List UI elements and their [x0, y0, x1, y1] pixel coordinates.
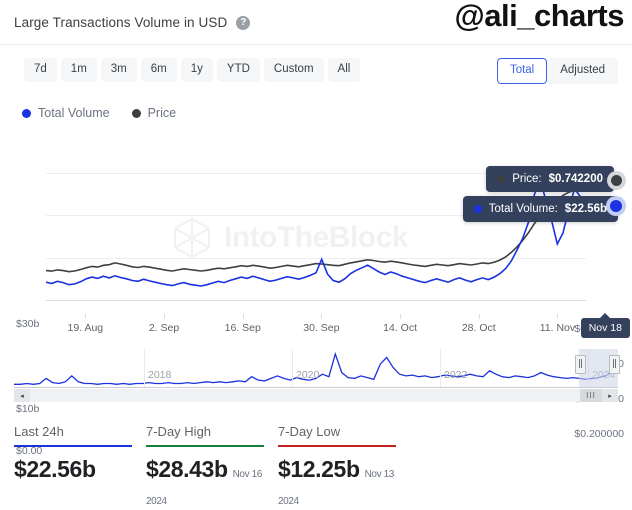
- navigator-baseline: [14, 387, 618, 388]
- scrollbar-left-arrow[interactable]: ◂: [14, 389, 30, 402]
- stat-card-7-day-low: 7-Day Low $12.25b Nov 13 2024: [278, 424, 396, 510]
- legend-label: Total Volume: [38, 106, 110, 120]
- x-axis-tick-label: 28. Oct: [461, 322, 496, 334]
- navigator-area[interactable]: 2018202020222024: [14, 348, 620, 388]
- x-axis-tick-mark: [85, 314, 87, 319]
- range-button-1m[interactable]: 1m: [60, 58, 97, 82]
- legend-dot-icon: [131, 108, 141, 118]
- navigator-year-label: 2020: [296, 369, 320, 381]
- stat-label: 7-Day High: [146, 424, 212, 439]
- x-axis-tick-mark: [321, 314, 323, 319]
- tooltip-price: Price: $0.742200: [486, 166, 614, 192]
- tooltip-price-label: Price:: [512, 173, 542, 185]
- gridline: [46, 300, 586, 301]
- chart-toolbar: 7d 1m 3m 6m 1y YTD Custom All Total Adjusted: [0, 58, 632, 92]
- x-axis-tick-label: 2. Sep: [148, 322, 180, 334]
- range-selector: 7d 1m 3m 6m 1y YTD Custom All: [24, 58, 361, 82]
- stat-value: $22.56b: [14, 455, 96, 482]
- navigator-scrollbar[interactable]: ◂ III ▸: [14, 389, 618, 402]
- chart-widget: Large Transactions Volume in USD ? @ali_…: [0, 0, 632, 507]
- scrollbar-thumb[interactable]: III: [580, 389, 602, 402]
- stat-underline: [278, 445, 396, 447]
- scrollbar-right-arrow[interactable]: ▸: [602, 389, 618, 402]
- navigator-gridline: [144, 349, 145, 387]
- stat-underline: [14, 445, 132, 447]
- y-axis-left-tick: $10b: [16, 402, 40, 415]
- x-axis-tick-mark: [557, 314, 559, 319]
- navigator-year-label: 2022: [444, 369, 468, 381]
- stat-card-last-24h: Last 24h $22.56b: [14, 424, 132, 483]
- x-axis-tick-mark: [400, 314, 402, 319]
- help-circle-icon[interactable]: ?: [236, 16, 251, 30]
- chart-legend: Total Volume Price: [22, 106, 176, 120]
- navigator-series-svg: [14, 351, 618, 385]
- price-marker: [611, 175, 622, 186]
- x-axis-tick-label: 19. Aug: [67, 322, 104, 334]
- stat-underline: [146, 445, 264, 447]
- x-axis-tick-label: 11. Nov: [539, 322, 576, 334]
- range-button-ytd[interactable]: YTD: [216, 58, 260, 82]
- overlay-handle-watermark: @ali_charts: [454, 0, 625, 33]
- legend-item-total-volume[interactable]: Total Volume: [22, 106, 110, 120]
- price-dot-icon: [497, 175, 506, 183]
- page-title: Large Transactions Volume in USD: [14, 14, 228, 30]
- header-divider: [0, 44, 632, 45]
- x-axis-tick-label: 30. Sep: [303, 322, 340, 334]
- mode-toggle: Total Adjusted: [496, 58, 618, 84]
- navigator-gridline: [440, 349, 441, 387]
- legend-label: Price: [147, 106, 177, 120]
- legend-dot-icon: [22, 108, 31, 118]
- range-button-7d[interactable]: 7d: [24, 58, 57, 82]
- stat-label: Last 24h: [14, 424, 64, 439]
- crosshair-date-badge: Nov 18: [580, 313, 630, 338]
- legend-item-price[interactable]: Price: [131, 106, 177, 120]
- x-axis-tick-mark: [242, 314, 244, 319]
- volume-dot-icon: [473, 205, 482, 213]
- mode-button-total[interactable]: Total: [496, 58, 548, 84]
- stat-label: 7-Day Low: [278, 424, 341, 439]
- tooltip-volume: Total Volume: $22.56b: [462, 196, 618, 222]
- volume-marker: [610, 200, 622, 212]
- stat-value: $12.25b Nov 13 2024: [278, 455, 394, 507]
- navigator-year-label: 2018: [148, 369, 172, 381]
- navigator-handle-right[interactable]: [609, 355, 620, 374]
- navigator-handle-left[interactable]: [575, 355, 586, 374]
- tooltip-volume-label: Total Volume:: [488, 203, 558, 215]
- x-axis-tick-label: 16. Sep: [224, 322, 261, 334]
- stat-card-7-day-high: 7-Day High $28.43b Nov 16 2024: [146, 424, 264, 510]
- x-axis-tick-label: 14. Oct: [383, 322, 418, 334]
- tooltip-price-value: $0.742200: [548, 173, 603, 185]
- scrollbar-track[interactable]: [14, 389, 618, 402]
- tooltip-volume-value: $22.56b: [564, 203, 607, 215]
- x-axis: Nov 18 19. Aug 2. Sep 16. Sep 30. Sep 14. Oc…: [0, 313, 632, 340]
- stat-value: $28.43b Nov 16 2024: [146, 455, 262, 507]
- range-button-1y[interactable]: 1y: [180, 58, 213, 82]
- range-button-6m[interactable]: 6m: [140, 58, 177, 82]
- range-button-all[interactable]: All: [327, 58, 361, 82]
- range-button-3m[interactable]: 3m: [100, 58, 137, 82]
- stats-row: Last 24h $22.56b 7-Day High $28.43b Nov 16 2…: [0, 424, 632, 507]
- x-axis-tick-mark: [164, 314, 166, 319]
- mode-button-adjusted[interactable]: Adjusted: [547, 58, 618, 84]
- navigator-gridline: [292, 349, 293, 387]
- x-axis-tick-mark: [478, 314, 480, 319]
- range-button-custom[interactable]: Custom: [263, 58, 324, 82]
- chart-navigator[interactable]: 2018202020222024 ◂ III ▸: [0, 348, 632, 404]
